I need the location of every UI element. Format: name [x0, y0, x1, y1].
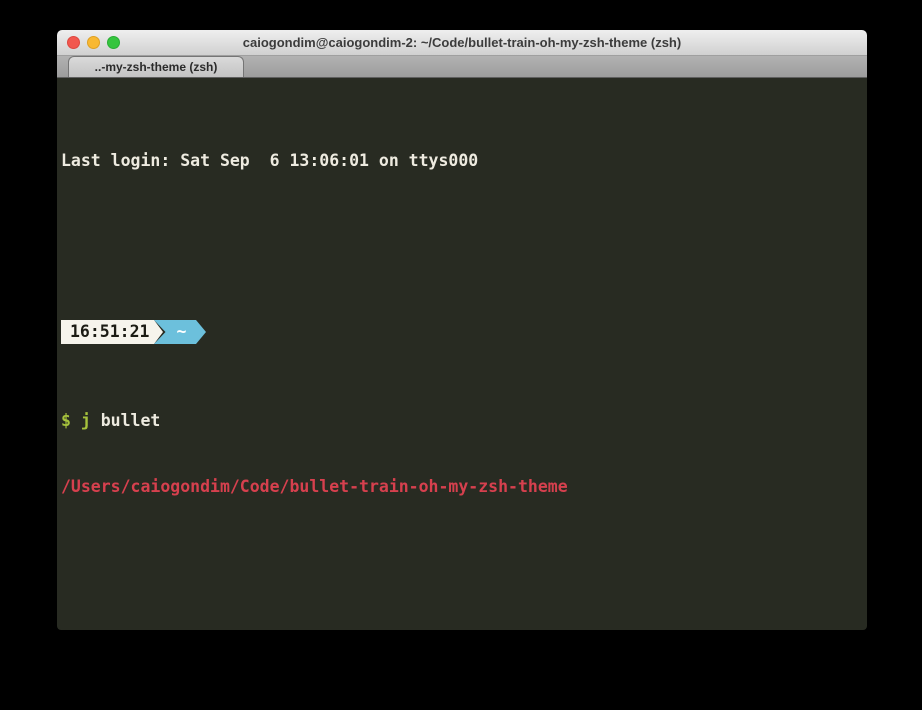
terminal-window: caiogondim@caiogondim-2: ~/Code/bullet-t… [57, 30, 867, 630]
blank-line [61, 216, 861, 232]
command-arguments: bullet [91, 411, 161, 430]
window-controls [67, 30, 120, 55]
blank-line [61, 542, 861, 558]
window-title: caiogondim@caiogondim-2: ~/Code/bullet-t… [243, 35, 681, 50]
title-bar[interactable]: caiogondim@caiogondim-2: ~/Code/bullet-t… [57, 30, 867, 56]
last-login-line: Last login: Sat Sep 6 13:06:01 on ttys00… [61, 150, 861, 172]
terminal-screen[interactable]: Last login: Sat Sep 6 13:06:01 on ttys00… [57, 78, 867, 630]
prompt-path: ~ [176, 321, 186, 343]
tab-bar: ..-my-zsh-theme (zsh) [57, 56, 867, 78]
command-line-1: $ j bullet [61, 410, 861, 432]
prompt-line-1: 16:51:21 ~ [61, 320, 861, 344]
minimize-button[interactable] [87, 36, 100, 49]
tab-my-zsh-theme[interactable]: ..-my-zsh-theme (zsh) [68, 56, 244, 77]
prompt-time-segment: 16:51:21 [61, 320, 154, 344]
zoom-button[interactable] [107, 36, 120, 49]
desktop-background: { "window": { "title": "caiogondim@caiog… [0, 0, 922, 710]
tab-label: ..-my-zsh-theme (zsh) [95, 60, 218, 74]
prompt-and-command: $ j [61, 411, 91, 430]
prompt-path-segment: ~ [167, 320, 196, 344]
prompt-time: 16:51:21 [70, 321, 149, 343]
powerline-arrow-icon [196, 320, 208, 344]
autojump-output-line: /Users/caiogondim/Code/bullet-train-oh-m… [61, 476, 861, 498]
powerline-separator-icon [154, 320, 167, 344]
close-button[interactable] [67, 36, 80, 49]
